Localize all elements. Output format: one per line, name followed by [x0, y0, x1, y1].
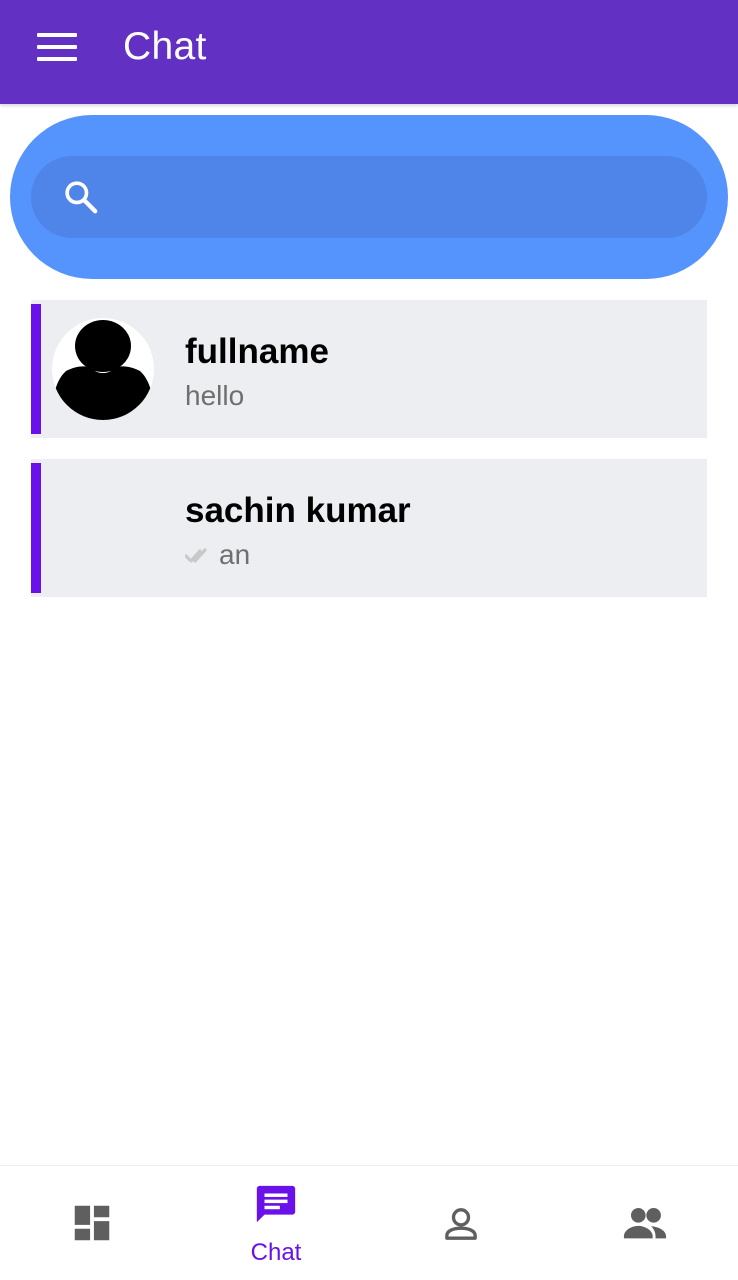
- last-message-row: an: [185, 539, 250, 571]
- chat-list-item[interactable]: sachin kumar an: [31, 459, 707, 597]
- dashboard-icon: [74, 1205, 110, 1241]
- nav-chat-label: Chat: [250, 1239, 302, 1266]
- double-check-icon: [185, 548, 207, 563]
- last-message: an: [219, 539, 251, 570]
- unread-accent-bar: [31, 304, 41, 434]
- contact-name: sachin kumar: [185, 491, 411, 530]
- chat-icon: [256, 1185, 296, 1223]
- search-input[interactable]: [121, 172, 681, 222]
- people-icon: [623, 1208, 667, 1239]
- avatar: [52, 318, 154, 420]
- search-icon: [65, 181, 98, 214]
- page-title: Chat: [123, 25, 207, 68]
- nav-groups[interactable]: [552, 1166, 736, 1280]
- search-bar[interactable]: [31, 156, 707, 238]
- last-message: hello: [185, 380, 245, 411]
- unread-accent-bar: [31, 463, 41, 593]
- nav-chat[interactable]: Chat: [184, 1166, 368, 1280]
- search-container: [10, 115, 728, 279]
- nav-profile[interactable]: [368, 1166, 552, 1280]
- person-icon: [445, 1208, 477, 1240]
- last-message-row: hello: [185, 380, 244, 412]
- nav-dashboard[interactable]: [0, 1166, 184, 1280]
- hamburger-menu-icon[interactable]: [37, 33, 77, 61]
- contact-name: fullname: [185, 332, 329, 371]
- bottom-navigation: Chat: [0, 1165, 738, 1280]
- app-bar: Chat: [0, 0, 738, 104]
- chat-list-item[interactable]: fullname hello: [31, 300, 707, 438]
